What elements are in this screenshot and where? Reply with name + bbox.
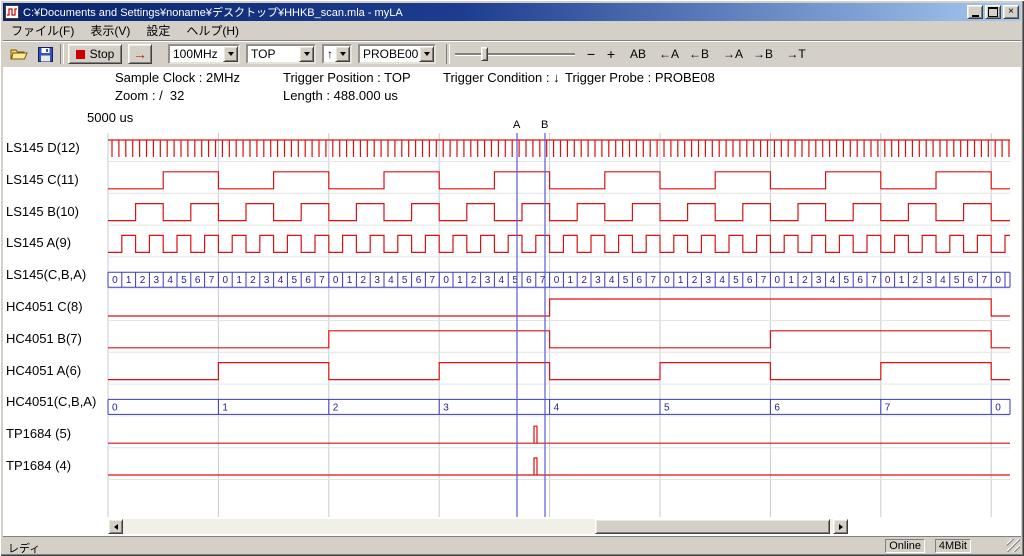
svg-text:4: 4: [830, 275, 836, 286]
channel-label: HC4051 C(8): [6, 299, 106, 314]
svg-text:5: 5: [181, 275, 187, 286]
svg-text:5: 5: [954, 275, 960, 286]
svg-text:3: 3: [374, 275, 380, 286]
svg-text:5: 5: [292, 275, 298, 286]
svg-text:3: 3: [154, 275, 160, 286]
svg-text:5: 5: [733, 275, 739, 286]
channel-label: TP1684 (5): [6, 426, 106, 441]
svg-text:3: 3: [485, 275, 491, 286]
channel-label: HC4051(C,B,A): [6, 394, 106, 409]
svg-text:7: 7: [430, 275, 436, 286]
svg-text:6: 6: [416, 275, 422, 286]
svg-text:6: 6: [774, 402, 780, 413]
svg-text:2: 2: [913, 275, 919, 286]
svg-text:4: 4: [278, 275, 284, 286]
svg-text:1: 1: [347, 275, 353, 286]
svg-text:0: 0: [333, 275, 339, 286]
svg-text:4: 4: [609, 275, 615, 286]
svg-text:1: 1: [678, 275, 684, 286]
svg-text:4: 4: [719, 275, 725, 286]
svg-text:2: 2: [802, 275, 808, 286]
svg-text:2: 2: [250, 275, 256, 286]
svg-text:4: 4: [554, 402, 560, 413]
scroll-left-button[interactable]: [108, 519, 123, 534]
svg-text:1: 1: [126, 275, 132, 286]
svg-text:5: 5: [664, 402, 670, 413]
svg-text:6: 6: [526, 275, 532, 286]
svg-text:3: 3: [443, 402, 449, 413]
channel-label: LS145 D(12): [6, 140, 106, 155]
app-window: C:¥Documents and Settings¥noname¥デスクトップ¥…: [0, 0, 1024, 556]
trigger-probe-text: Trigger Probe : PROBE08: [565, 70, 715, 85]
svg-text:5: 5: [623, 275, 629, 286]
svg-text:6: 6: [195, 275, 201, 286]
channel-label: LS145 A(9): [6, 235, 106, 250]
svg-text:1: 1: [457, 275, 463, 286]
svg-text:1: 1: [222, 402, 228, 413]
svg-text:4: 4: [388, 275, 394, 286]
svg-text:2: 2: [140, 275, 146, 286]
scroll-left-icon: [114, 524, 118, 530]
svg-text:0: 0: [112, 275, 118, 286]
svg-text:3: 3: [816, 275, 822, 286]
svg-text:2: 2: [361, 275, 367, 286]
svg-text:0: 0: [443, 275, 449, 286]
svg-text:6: 6: [747, 275, 753, 286]
svg-text:4: 4: [499, 275, 505, 286]
zoom-text: Zoom : / 32: [115, 88, 184, 103]
svg-text:7: 7: [319, 275, 325, 286]
svg-text:0: 0: [112, 402, 118, 413]
svg-text:1: 1: [568, 275, 574, 286]
svg-text:2: 2: [692, 275, 698, 286]
svg-text:7: 7: [982, 275, 988, 286]
trigger-condition-text: Trigger Condition : ↓: [443, 70, 560, 85]
timebase-text: 5000 us: [87, 110, 133, 125]
svg-text:7: 7: [209, 275, 215, 286]
svg-text:0: 0: [223, 275, 229, 286]
svg-text:6: 6: [637, 275, 643, 286]
svg-text:6: 6: [968, 275, 974, 286]
sample-clock-text: Sample Clock : 2MHz: [115, 70, 240, 85]
svg-text:7: 7: [871, 275, 877, 286]
svg-text:0: 0: [554, 275, 560, 286]
svg-text:5: 5: [844, 275, 850, 286]
svg-text:3: 3: [595, 275, 601, 286]
svg-text:5: 5: [402, 275, 408, 286]
svg-text:2: 2: [471, 275, 477, 286]
channel-label: LS145 B(10): [6, 204, 106, 219]
svg-text:0: 0: [775, 275, 781, 286]
scroll-right-icon: [839, 524, 843, 530]
svg-text:6: 6: [857, 275, 863, 286]
svg-text:0: 0: [664, 275, 670, 286]
channel-label: TP1684 (4): [6, 458, 106, 473]
scroll-thumb[interactable]: [595, 519, 830, 534]
svg-text:1: 1: [899, 275, 905, 286]
horizontal-scrollbar[interactable]: [108, 519, 848, 534]
svg-text:0: 0: [995, 402, 1001, 413]
svg-text:1: 1: [788, 275, 794, 286]
svg-text:4: 4: [167, 275, 173, 286]
trigger-position-text: Trigger Position : TOP: [283, 70, 411, 85]
svg-text:1: 1: [236, 275, 242, 286]
svg-text:2: 2: [581, 275, 587, 286]
svg-text:6: 6: [305, 275, 311, 286]
channel-label: HC4051 A(6): [6, 363, 106, 378]
svg-text:3: 3: [706, 275, 712, 286]
svg-text:3: 3: [264, 275, 270, 286]
svg-text:7: 7: [761, 275, 767, 286]
svg-text:2: 2: [333, 402, 339, 413]
svg-text:0: 0: [995, 275, 1001, 286]
svg-text:4: 4: [940, 275, 946, 286]
channel-label: HC4051 B(7): [6, 331, 106, 346]
scroll-right-button[interactable]: [833, 519, 848, 534]
channel-label: LS145(C,B,A): [6, 267, 106, 282]
svg-text:3: 3: [926, 275, 932, 286]
svg-text:7: 7: [885, 402, 891, 413]
svg-text:7: 7: [650, 275, 656, 286]
length-text: Length : 488.000 us: [283, 88, 398, 103]
svg-text:0: 0: [885, 275, 891, 286]
channel-label: LS145 C(11): [6, 172, 106, 187]
